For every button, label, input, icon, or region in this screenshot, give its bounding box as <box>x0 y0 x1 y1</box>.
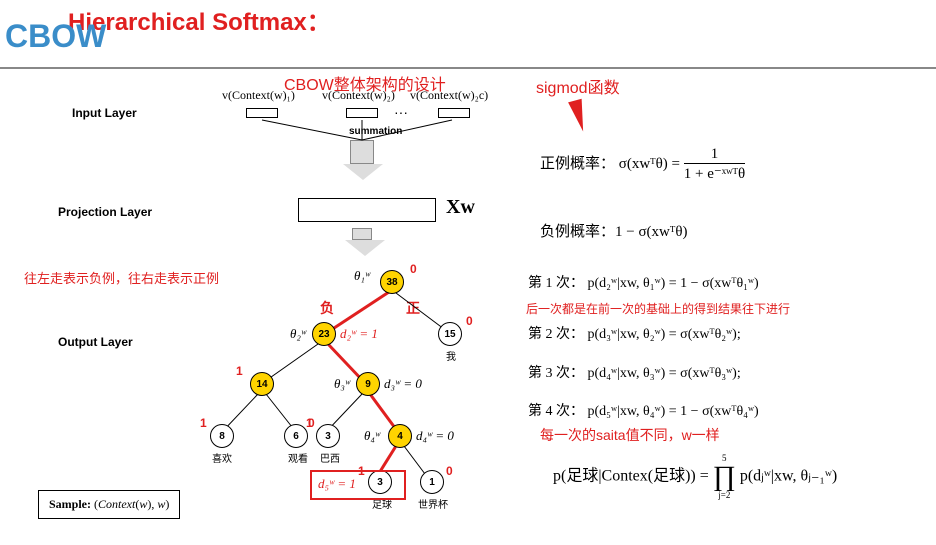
highlight-box <box>310 470 406 500</box>
theta-4: θ₄ʷ <box>364 428 380 444</box>
node-15: 15 <box>438 322 462 346</box>
positive-prob-formula: 正例概率： σ(xwᵀθ) = 11 + e⁻ˣʷᵀθ <box>540 146 745 183</box>
label-8: 喜欢 <box>212 450 232 465</box>
path-0-2: 0 <box>466 314 473 328</box>
node-9: 9 <box>356 372 380 396</box>
theta-3: θ₃ʷ <box>334 376 350 392</box>
path-1-2: 1 <box>200 416 207 430</box>
label-15: 我 <box>446 348 456 363</box>
d2: d₂ʷ = 1 <box>340 326 378 342</box>
arrow-sigmod <box>568 99 590 134</box>
label-1: 世界杯 <box>418 496 448 511</box>
node-1: 1 <box>420 470 444 494</box>
final-formula: p(足球|Contex(足球)) = 5 ∏ j=2 p(dⱼʷ|xw, θⱼ₋… <box>553 454 837 500</box>
d4: d₄ʷ = 0 <box>416 428 454 444</box>
node-23: 23 <box>312 322 336 346</box>
path-1-3: 1 <box>306 416 313 430</box>
note-mid: 后一次都是在前一次的基础上的得到结果往下进行 <box>526 300 790 317</box>
step-4: 第 4 次： p(d₅ʷ|xw, θ₄ʷ) = 1 − σ(xwᵀθ₄ʷ) <box>528 400 759 420</box>
sigmod-label: sigmod函数 <box>536 74 620 98</box>
step-1: 第 1 次： p(d₂ʷ|xw, θ₁ʷ) = 1 − σ(xwᵀθ₁ʷ) <box>528 272 759 292</box>
node-8: 8 <box>210 424 234 448</box>
theta-2: θ₂ʷ <box>290 326 306 342</box>
node-3a: 3 <box>316 424 340 448</box>
tree-edges <box>0 0 520 545</box>
node-38: 38 <box>380 270 404 294</box>
label-6: 观看 <box>288 450 308 465</box>
theta-1: θ₁ʷ <box>354 268 370 284</box>
step-2: 第 2 次： p(d₃ʷ|xw, θ₂ʷ) = σ(xwᵀθ₂ʷ); <box>528 323 741 343</box>
node-4: 4 <box>388 424 412 448</box>
path-1-1: 1 <box>236 364 243 378</box>
path-0-1: 0 <box>410 262 417 276</box>
sample-box: Sample: (Context(w), w) <box>38 490 180 519</box>
node-6: 6 <box>284 424 308 448</box>
node-14: 14 <box>250 372 274 396</box>
path-0-4: 0 <box>446 464 453 478</box>
label-3a: 巴西 <box>320 450 340 465</box>
negative-prob-formula: 负例概率：1 − σ(xwᵀθ) <box>540 220 688 241</box>
d3: d₃ʷ = 0 <box>384 376 422 392</box>
note-bottom: 每一次的saita值不同，w一样 <box>540 425 720 445</box>
step-3: 第 3 次： p(d₄ʷ|xw, θ₃ʷ) = σ(xwᵀθ₃ʷ); <box>528 362 741 382</box>
